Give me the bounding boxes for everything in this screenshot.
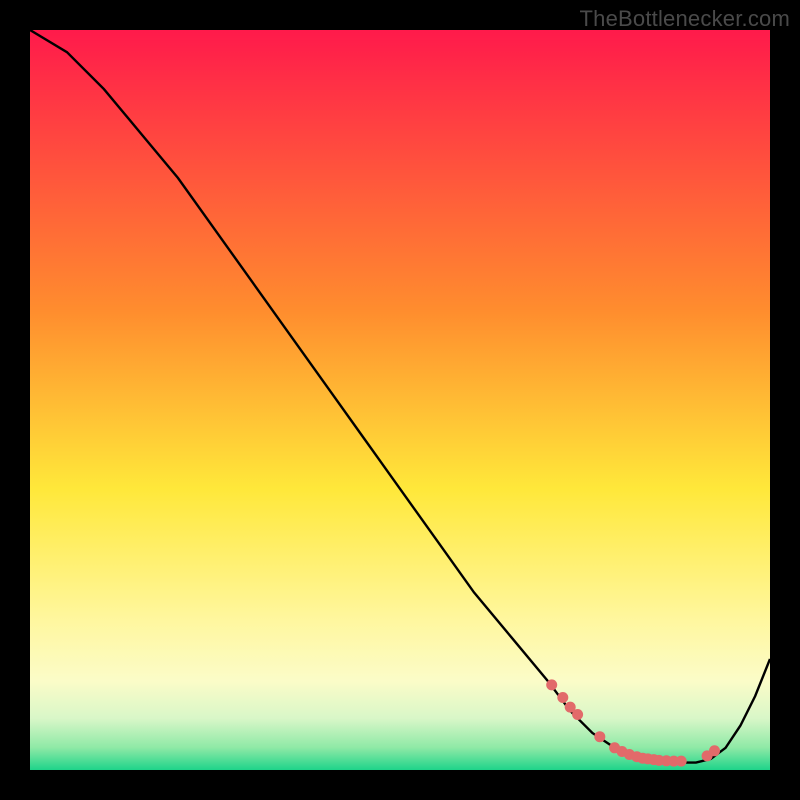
highlight-point	[594, 731, 605, 742]
highlight-point	[546, 679, 557, 690]
highlight-point	[709, 745, 720, 756]
highlight-point	[557, 692, 568, 703]
chart-svg	[30, 30, 770, 770]
plot-area	[30, 30, 770, 770]
watermark-text: TheBottlenecker.com	[580, 6, 790, 32]
gradient-background	[30, 30, 770, 770]
highlight-point	[572, 709, 583, 720]
highlight-point	[676, 756, 687, 767]
chart-frame: TheBottlenecker.com	[0, 0, 800, 800]
